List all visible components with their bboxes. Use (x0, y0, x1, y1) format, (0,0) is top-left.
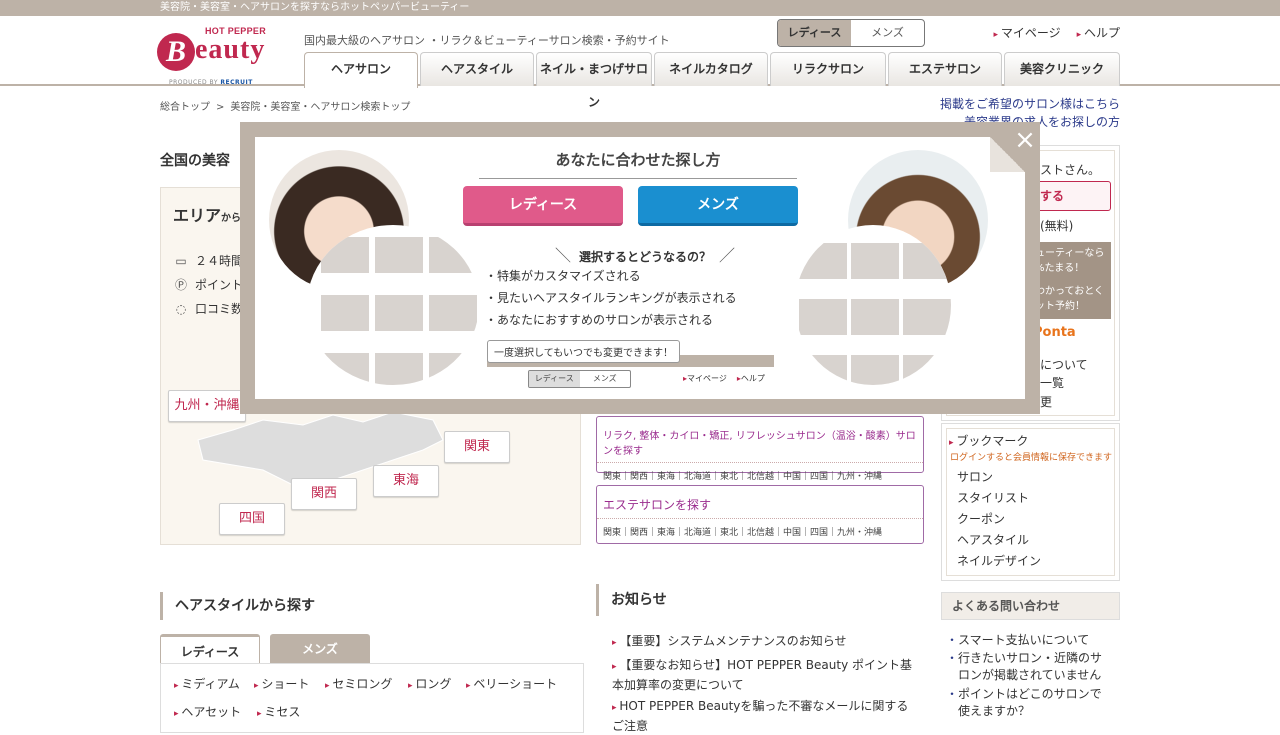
header-links: マイページ ヘルプ (993, 24, 1120, 41)
hairstyle-item[interactable]: セミロング (325, 675, 392, 692)
hairstyle-tab-ladies[interactable]: レディース (160, 634, 260, 664)
modal-close-icon[interactable]: × (1010, 122, 1040, 158)
relax-search-box: リラク, 整体・カイロ・矯正, リフレッシュサロン（温浴・酸素）サロンを探す 関… (596, 416, 924, 482)
gender-ladies-button[interactable]: レディース (778, 20, 851, 46)
top-strip: 美容院・美容室・ヘアサロンを探すならホットペッパービューティー (0, 0, 1280, 16)
tab-hairstyle[interactable]: ヘアスタイル (420, 52, 534, 86)
logo-produced-by: PRODUCED BY RECRUIT (169, 79, 253, 86)
bookmark-note: ログインすると会員情報に保存できます (950, 453, 1113, 463)
gender-select-modal: あなたに合わせた探し方 レディース メンズ ＼選択するとどうなるの？／ 特集がカ… (240, 122, 1040, 414)
area-kanto-button[interactable]: 関東 (444, 431, 510, 463)
tab-hair-salon[interactable]: ヘアサロン (304, 52, 418, 88)
modal-ladies-button[interactable]: レディース (463, 186, 623, 226)
breadcrumb-current: 美容院・美容室・ヘアサロン検索トップ (230, 102, 411, 113)
section-title-hairstyle: ヘアスタイルから探す (160, 592, 315, 620)
hairstyle-list (160, 663, 584, 733)
about-link[interactable]: について (1040, 356, 1088, 373)
faq-item[interactable]: ポイントはどこのサロンで使えますか？ (946, 686, 1108, 720)
points-icon: Ⓟ (174, 278, 187, 292)
guest-greeting: ストさん。 (1040, 163, 1101, 177)
modal-benefit: 見たいヘアスタイルランキングが表示される (485, 289, 737, 306)
esthe-search-title[interactable]: エステサロンを探す (597, 486, 923, 519)
area-shikoku-button[interactable]: 四国 (219, 503, 285, 535)
bookmark-item[interactable]: サロン (957, 468, 993, 485)
modal-content: あなたに合わせた探し方 レディース メンズ ＼選択するとどうなるの？／ 特集がカ… (255, 137, 1025, 399)
help-link[interactable]: ヘルプ (1077, 24, 1120, 41)
faq-item[interactable]: 行きたいサロン・近隣のサロンが掲載されていません (946, 650, 1108, 684)
tab-relax-salon[interactable]: リラクサロン (770, 52, 886, 86)
list-link[interactable]: 一覧 (1040, 374, 1064, 391)
area-lead: エリアから (173, 206, 242, 225)
change-link[interactable]: 更 (1040, 393, 1052, 410)
tagline: 国内最大級のヘアサロン ・リラク＆ビューティーサロン検索・予約サイト (304, 34, 670, 47)
modal-title: あなたに合わせた探し方 (479, 149, 797, 179)
bookmark-title: ブックマーク (949, 432, 1028, 449)
tab-esthe-salon[interactable]: エステサロン (888, 52, 1002, 86)
bookmark-item[interactable]: ヘアスタイル (957, 531, 1029, 548)
feature-reviews: ◌ 口コミ数 (173, 300, 243, 317)
faq-item[interactable]: スマート支払いについて (946, 632, 1108, 649)
hairstyle-tabs: レディース メンズ (160, 634, 370, 664)
hairstyle-item[interactable]: ロング (408, 675, 451, 692)
faq-title: よくある問い合わせ (941, 592, 1120, 620)
listing-link[interactable]: 掲載をご希望のサロン様はこちら (940, 95, 1120, 112)
gender-mens-button[interactable]: メンズ (851, 20, 924, 46)
section-title-national: 全国の美容 (160, 153, 230, 169)
bookmark-item[interactable]: クーポン (957, 510, 1005, 527)
relax-search-title[interactable]: リラク, 整体・カイロ・矯正, リフレッシュサロン（温浴・酸素）サロンを探す (597, 417, 923, 463)
monitor-icon: ▭ (175, 254, 187, 268)
modal-mens-button[interactable]: メンズ (638, 186, 798, 226)
breadcrumb-home[interactable]: 総合トップ (160, 102, 210, 113)
site-logo[interactable]: HOT PEPPER B eauty PRODUCED BY RECRUIT (157, 26, 279, 88)
hairstyle-item[interactable]: ヘアセット (174, 703, 241, 720)
tab-nail-catalog[interactable]: ネイルカタログ (654, 52, 768, 86)
modal-benefit: 特集がカスタマイズされる (485, 267, 641, 284)
notice-item[interactable]: HOT PEPPER Beautyを騙った不審なメールに関するご注意 (612, 697, 912, 735)
hairstyle-item[interactable]: ベリーショート (466, 675, 557, 692)
header: HOT PEPPER B eauty PRODUCED BY RECRUIT 国… (0, 16, 1280, 109)
logo-eauty: eauty (195, 34, 266, 65)
tab-beauty-clinic[interactable]: 美容クリニック (1004, 52, 1120, 86)
area-tokai-button[interactable]: 東海 (373, 465, 439, 497)
comment-icon: ◌ (175, 302, 187, 316)
notice-item[interactable]: 【重要】システムメンテナンスのお知らせ (612, 632, 912, 652)
logo-b: B (157, 33, 195, 71)
area-kansai-button[interactable]: 関西 (291, 478, 357, 510)
notice-item[interactable]: 【重要なお知らせ】HOT PEPPER Beauty ポイント基本加算率の変更に… (612, 656, 912, 694)
bookmark-item[interactable]: ネイルデザイン (957, 552, 1041, 569)
tab-nail-eyelash[interactable]: ネイル・まつげサロン (536, 52, 652, 109)
ladies-style-collage (307, 225, 479, 385)
feature-24h: ▭ ２４時間 (173, 252, 243, 269)
hairstyle-item[interactable]: ミディアム (174, 675, 239, 692)
hairstyle-item[interactable]: ショート (254, 675, 309, 692)
area-kyushu-button[interactable]: 九州・沖縄 (168, 390, 246, 422)
gender-switch: レディース メンズ (777, 19, 925, 47)
feature-points: Ⓟ ポイント (174, 278, 244, 292)
hairstyle-tab-mens[interactable]: メンズ (270, 634, 370, 664)
point-promo[interactable]: ューティーなら %たまる！ わかっておとく ット予約！ (1033, 242, 1111, 319)
mini-gender-switch-illustration: レディース メンズ (528, 370, 631, 388)
hairstyle-item[interactable]: ミセス (257, 703, 300, 720)
register-free: (無料) (1040, 219, 1074, 233)
section-title-notice: お知らせ (596, 584, 924, 616)
main-nav: ヘアサロン ヘアスタイル ネイル・まつげサロン ネイルカタログ リラクサロン エ… (304, 52, 1120, 109)
register-button[interactable]: する (1033, 181, 1111, 211)
modal-benefit: あなたにおすすめのサロンが表示される (485, 311, 713, 328)
bookmark-item[interactable]: スタイリスト (957, 489, 1029, 506)
mypage-link[interactable]: マイページ (993, 24, 1061, 41)
mens-style-collage (795, 225, 951, 385)
mini-header-links-illustration: マイページヘルプ (683, 373, 765, 384)
esthe-regions[interactable]: 関東｜関西｜東海｜北海道｜東北｜北信越｜中国｜四国｜九州・沖縄 (597, 519, 923, 544)
esthe-search-box: エステサロンを探す 関東｜関西｜東海｜北海道｜東北｜北信越｜中国｜四国｜九州・沖… (596, 485, 924, 544)
modal-question: ＼ 選択するとどうなるの？／ (555, 246, 736, 265)
breadcrumb: 総合トップ > 美容院・美容室・ヘアサロン検索トップ (160, 102, 411, 113)
modal-change-anytime-note: 一度選択してもいつでも変更できます！ (487, 340, 680, 363)
